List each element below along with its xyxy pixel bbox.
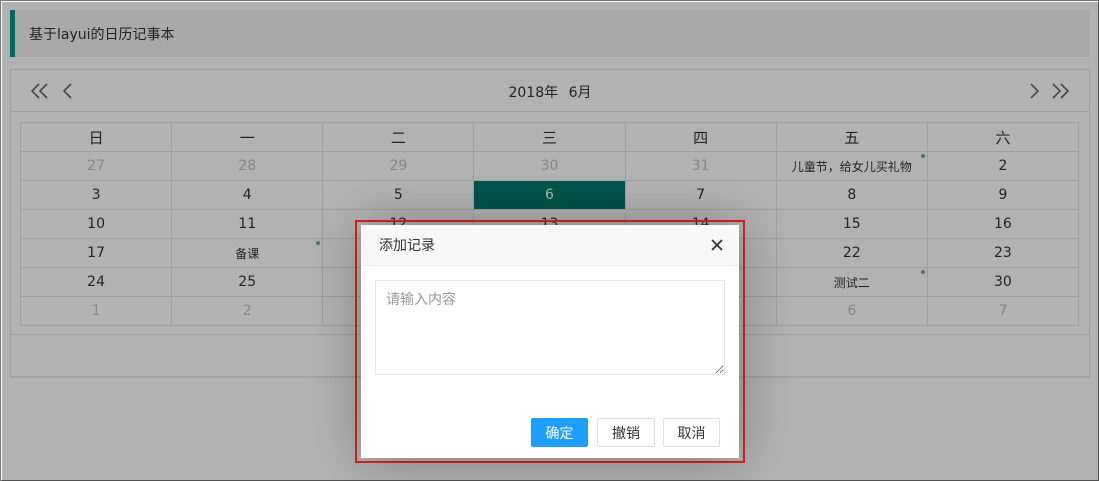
confirm-button[interactable]: 确定 — [531, 418, 588, 447]
add-record-dialog: 添加记录 确定 撤销 取消 — [361, 225, 739, 458]
revoke-button[interactable]: 撤销 — [597, 418, 655, 447]
dialog-close-button[interactable] — [709, 237, 725, 253]
record-content-input[interactable] — [375, 280, 725, 375]
close-icon — [711, 239, 723, 251]
dialog-title-bar: 添加记录 — [361, 225, 739, 266]
cancel-button[interactable]: 取消 — [663, 418, 720, 447]
app-frame: 基于layui的日历记事本 2018年 6月 日 一 二 三 四 五 六 27 … — [0, 0, 1099, 481]
dialog-title: 添加记录 — [379, 238, 435, 254]
